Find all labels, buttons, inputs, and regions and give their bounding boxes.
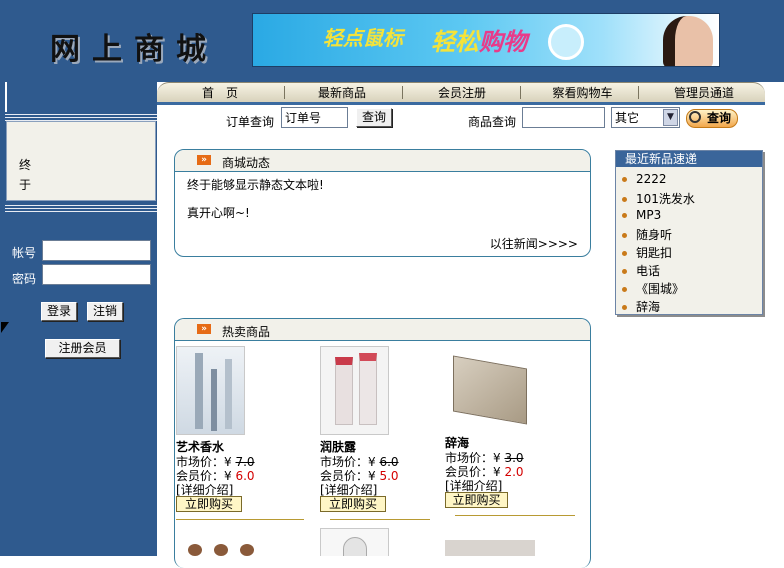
site-logo: 网上商城 [50,32,218,67]
news-line: 真开心啊~! [187,206,250,220]
order-query-button[interactable]: 查询 [356,108,392,127]
register-member-button[interactable]: 注册会员 [45,339,120,358]
page-header: 网上商城 轻点鼠标 轻松购物 [0,0,784,82]
product-image-perfume[interactable] [176,346,245,435]
product-search-button-label: 查询 [706,111,731,125]
dot-icon [622,251,627,256]
news-line: 终于能够显示静态文本啦! [187,178,324,192]
nav-register[interactable]: 会员注册 [417,85,507,101]
password-input[interactable] [42,264,151,285]
product-search-button[interactable]: 查询 [686,109,738,128]
hot-panel-header: » 热卖商品 [175,319,590,341]
order-query-label: 订单查询 [226,115,275,129]
nav-view-cart[interactable]: 察看购物车 [535,85,630,101]
product-image-cihai[interactable] [445,350,537,430]
divider-stripes [5,112,157,121]
nav-separator [638,86,639,99]
banner-text-2: 轻松购物 [431,27,527,56]
logout-button[interactable]: 注销 [87,302,123,321]
banner-model-image [663,16,713,66]
banner-text-1: 轻点鼠标 [323,26,403,50]
dot-icon [622,233,627,238]
magnifier-icon [689,111,701,123]
divider-stripes [5,203,157,212]
nav-separator [520,86,521,99]
product-image-partial[interactable] [320,528,389,556]
news-panel: » 商城动态 终于能够显示静态文本啦! 真开心啊~! 以往新闻>>>> [174,149,591,257]
dot-icon [622,287,627,292]
new-products-box: 最近新品速递 2222 101洗发水 MP3 随身听 钥匙扣 电话 《围城》 辞… [615,150,763,315]
news-panel-header: » 商城动态 [175,150,590,172]
notice-char: 终 [19,158,32,172]
ad-banner[interactable]: 轻点鼠标 轻松购物 [252,13,720,67]
new-product-item[interactable]: 101洗发水 [622,190,695,207]
new-product-item[interactable]: MP3 [622,208,661,222]
buy-now-button[interactable]: 立即购买 [445,492,508,508]
buy-now-button[interactable]: 立即购买 [176,496,242,512]
product-image-partial[interactable] [180,538,266,556]
divider-line [176,519,304,520]
notice-char: 于 [19,178,32,192]
divider-line [455,515,575,516]
notice-box: 终 于 [6,121,156,201]
product-search-input[interactable] [522,107,605,128]
dot-icon [622,197,627,202]
new-product-item[interactable]: 《围城》 [622,280,684,297]
category-select[interactable]: 其它 ▼ [611,107,680,128]
dot-icon [622,177,627,182]
account-label: 帐号 [12,246,37,260]
nav-underline [157,102,765,105]
new-product-item[interactable]: 钥匙扣 [622,244,672,261]
login-button[interactable]: 登录 [41,302,77,321]
nav-separator [284,86,285,99]
nav-admin[interactable]: 管理员通道 [654,85,754,101]
divider-line [330,519,430,520]
new-product-item[interactable]: 电话 [622,262,660,279]
mouse-cursor-icon [1,322,9,333]
double-chevron-right-icon: » [197,155,211,165]
buy-now-button[interactable]: 立即购买 [320,496,386,512]
dot-icon [622,269,627,274]
dot-icon [622,213,627,218]
dot-icon [622,305,627,310]
main-nav: 首 页 最新商品 会员注册 察看购物车 管理员通道 [157,82,765,102]
account-input[interactable] [42,240,151,261]
chevron-down-icon[interactable]: ▼ [663,109,678,126]
category-select-value: 其它 [615,111,640,125]
new-product-item[interactable]: 2222 [622,172,667,186]
cd-icon [548,24,584,60]
new-product-item[interactable]: 随身听 [622,226,672,243]
more-news-link[interactable]: 以往新闻>>>> [490,235,578,252]
new-product-item[interactable]: 辞海 [622,298,660,315]
password-label: 密码 [12,272,37,286]
order-number-input[interactable] [281,107,348,128]
nav-home[interactable]: 首 页 [185,85,255,101]
nav-separator [402,86,403,99]
hot-panel-title: 热卖商品 [222,325,271,339]
product-query-label: 商品查询 [468,115,517,129]
new-products-title: 最近新品速递 [616,151,762,167]
product-image-lotion[interactable] [320,346,389,435]
product-image-partial[interactable] [445,540,535,556]
double-chevron-right-icon: » [197,324,211,334]
news-panel-title: 商城动态 [222,156,271,170]
nav-new-products[interactable]: 最新商品 [297,85,387,101]
